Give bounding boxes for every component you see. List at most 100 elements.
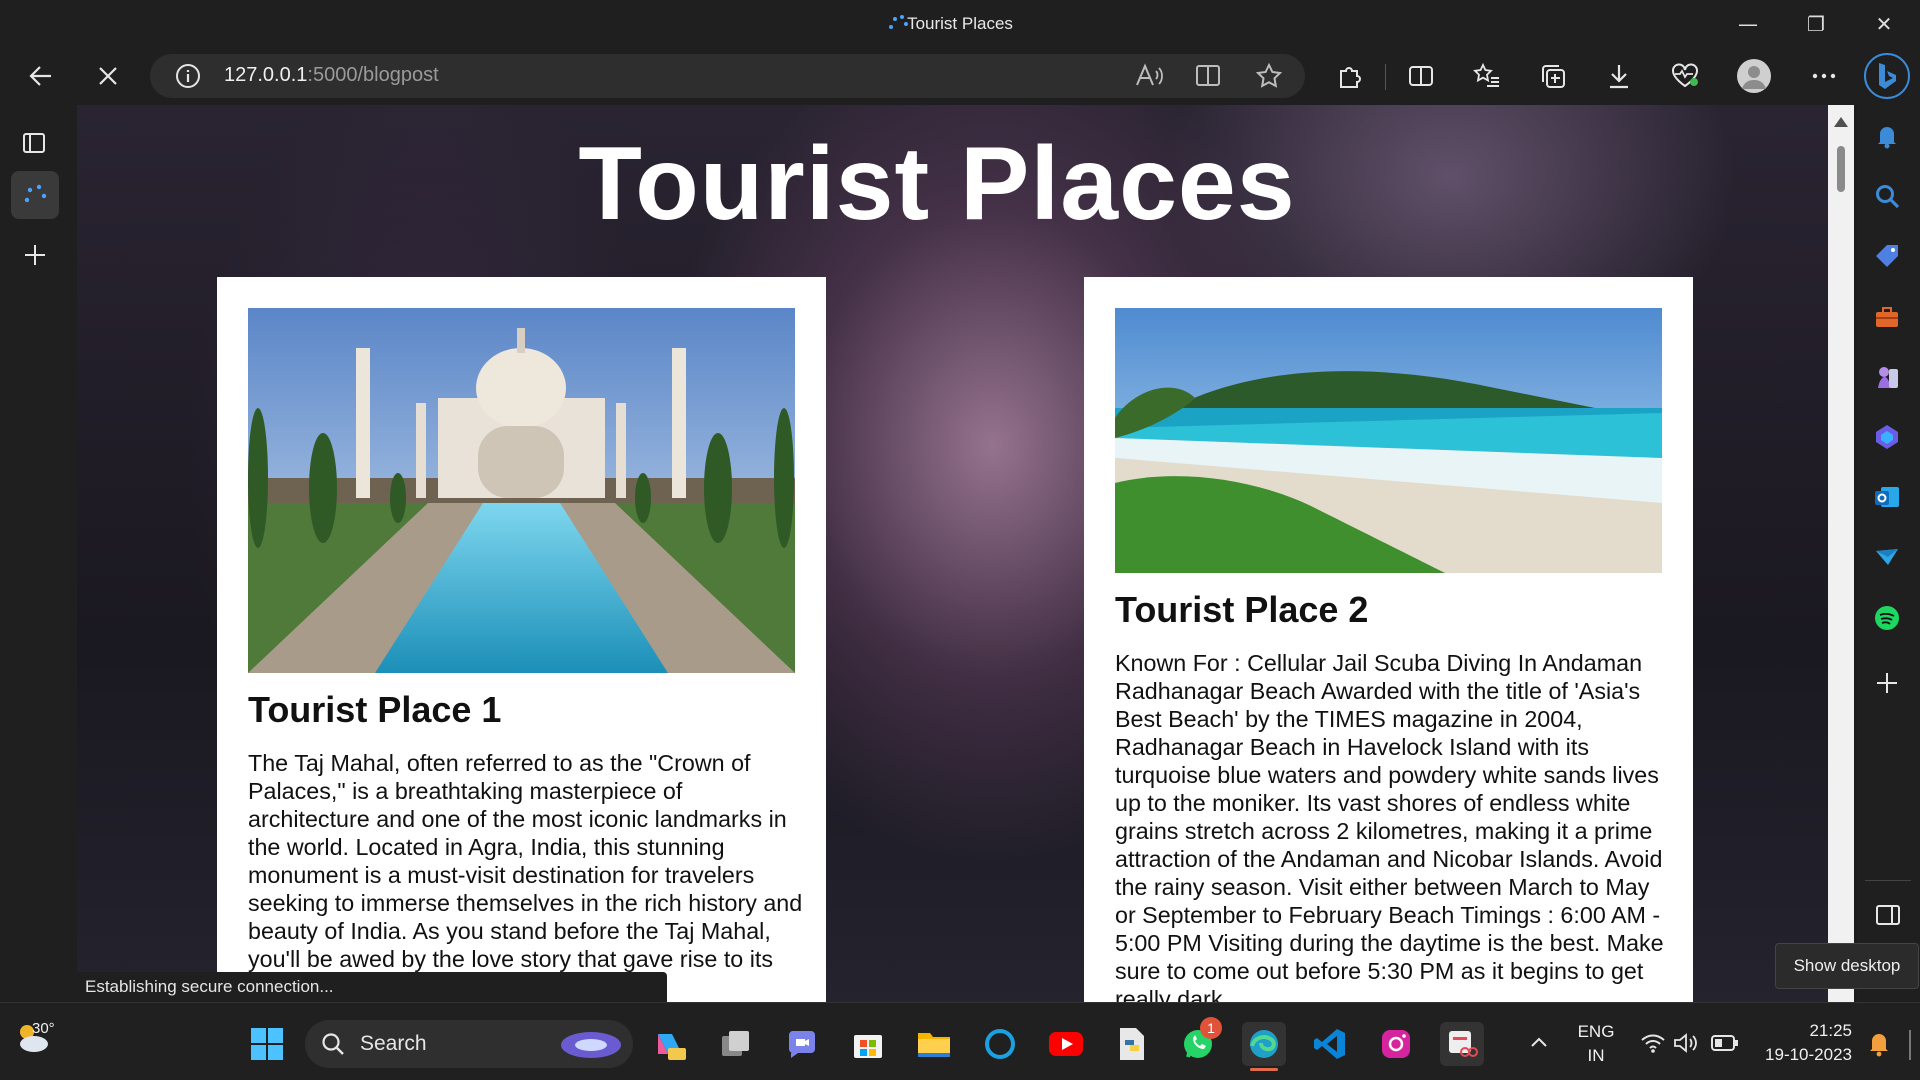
edge-icon [1250,1030,1278,1058]
info-icon [176,64,200,88]
scrollbar-thumb[interactable] [1837,146,1845,192]
copilot-pre-app[interactable] [648,1022,692,1066]
teams-app[interactable] [780,1022,824,1066]
favorite-star-button[interactable] [1251,58,1287,94]
instagram-app[interactable] [1374,1022,1418,1066]
tab-actions-button[interactable] [21,130,47,160]
snipping-tool-app[interactable] [1440,1022,1484,1066]
close-window-button[interactable]: ✕ [1869,10,1899,38]
drop-button[interactable] [1873,543,1901,575]
language-line-1[interactable]: ENG [1576,1022,1616,1042]
battery-icon[interactable] [1711,1034,1739,1056]
split-screen-button[interactable] [1403,58,1439,94]
loading-spinner-icon [24,184,47,203]
show-desktop-tooltip: Show desktop [1775,943,1919,989]
plus-icon [25,245,45,265]
shopping-button[interactable] [1873,242,1901,274]
tourist-card-2: Tourist Place 2 Known For : Cellular Jai… [1084,277,1693,1002]
copilot-icon [658,1034,686,1060]
language-line-2[interactable]: IN [1576,1046,1616,1066]
whatsapp-notification-badge: 1 [1200,1017,1222,1039]
extensions-button[interactable] [1331,58,1367,94]
taj-mahal-illustration [248,308,795,673]
microsoft-store-app[interactable] [846,1022,890,1066]
more-dots-icon [1812,73,1836,79]
notification-bell-button[interactable] [1866,1030,1892,1062]
games-button[interactable] [1873,363,1901,395]
stop-loading-button[interactable] [90,58,126,94]
sidebar-search-button[interactable] [1873,182,1901,214]
windows-logo-icon [251,1028,283,1060]
clock-date[interactable]: 19-10-2023 [1752,1045,1852,1065]
microsoft-365-icon [1876,425,1898,449]
beach-image [1115,308,1662,573]
url-text[interactable]: 127.0.0.1:5000/blogpost [224,64,439,87]
downloads-button[interactable] [1601,58,1637,94]
start-button[interactable] [245,1022,289,1066]
file-explorer-app[interactable] [912,1022,956,1066]
heart-pulse-icon [1672,63,1698,88]
settings-more-button[interactable] [1806,58,1842,94]
immersive-reader-button[interactable] [1191,58,1227,94]
toolbar-divider [1385,64,1386,90]
toolbox-icon [1876,307,1898,327]
scroll-up-arrow-icon[interactable] [1834,112,1848,131]
microsoft-365-button[interactable] [1873,423,1901,455]
notifications-button[interactable] [1873,122,1901,154]
page-title: Tourist Places [578,126,1296,242]
collections-button[interactable] [1535,58,1571,94]
outlook-icon [1875,487,1899,507]
task-view-app[interactable] [714,1022,758,1066]
back-button[interactable] [23,58,59,94]
maximize-button[interactable]: ❐ [1801,10,1831,38]
hide-sidebar-button[interactable] [1875,903,1901,931]
python-file-icon [1120,1028,1144,1060]
tag-icon [1876,245,1898,267]
show-hidden-icons-button[interactable] [1528,1032,1550,1058]
profile-avatar[interactable] [1737,59,1771,93]
youtube-app[interactable] [1044,1022,1088,1066]
person-icon [1742,66,1766,89]
card-title: Tourist Place 2 [1115,589,1369,630]
card-description: The Taj Mahal, often referred to as the … [248,750,803,1000]
clock-time[interactable]: 21:25 [1758,1021,1852,1041]
tab-tourist-places[interactable] [11,171,59,219]
card-description: Known For : Cellular Jail Scuba Diving I… [1115,650,1664,1002]
tourist-card-1: Tourist Place 1 The Taj Mahal, often ref… [217,277,826,1002]
cortana-app[interactable] [978,1022,1022,1066]
add-sidebar-app-button[interactable] [1874,670,1900,700]
folder-icon [918,1033,950,1057]
page-viewport: Tourist Places Tourist Place 1 The Taj M… [77,105,1837,1002]
outlook-button[interactable] [1873,483,1901,515]
vscode-app[interactable] [1308,1022,1352,1066]
copilot-button[interactable] [1864,53,1910,99]
youtube-icon [1049,1032,1083,1056]
chess-piece-icon [1878,367,1898,388]
volume-icon[interactable] [1673,1032,1699,1058]
sidebar-panel-icon [1876,905,1900,925]
star-icon [1255,62,1283,88]
collections-icon [1542,65,1565,88]
tools-button[interactable] [1873,303,1901,335]
wifi-icon[interactable] [1640,1032,1666,1058]
minimize-button[interactable]: — [1733,10,1763,38]
snipping-tool-icon [1449,1031,1478,1057]
new-tab-button[interactable] [22,242,48,272]
page-scrollbar[interactable] [1828,105,1854,1002]
sidebar-divider [1865,880,1911,881]
plus-icon [1877,673,1897,693]
active-app-indicator [1250,1068,1278,1071]
vertical-tab-strip [0,105,77,1002]
weather-temperature: 30° [32,1020,55,1037]
spotify-button[interactable] [1873,604,1901,636]
search-label: Search [360,1032,427,1055]
radhanagar-beach-illustration [1115,308,1662,573]
favorites-button[interactable] [1469,58,1505,94]
site-info-button[interactable] [170,58,206,94]
show-desktop-button[interactable] [1909,1030,1911,1060]
python-app[interactable] [1110,1022,1154,1066]
status-bubble: Establishing secure connection... [77,972,667,1002]
browser-essentials-button[interactable] [1667,58,1703,94]
edge-app[interactable] [1242,1022,1286,1066]
read-aloud-button[interactable] [1131,58,1167,94]
